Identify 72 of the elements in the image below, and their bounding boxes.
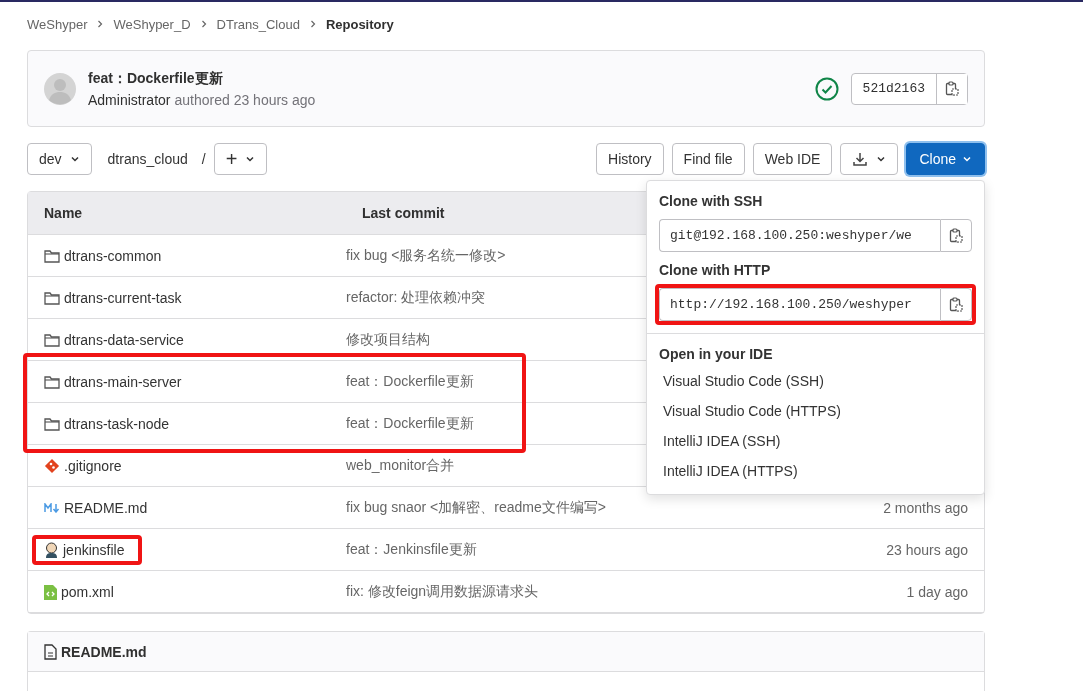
file-link[interactable]: dtrans-current-task bbox=[44, 289, 182, 306]
commit-link[interactable]: refactor: 处理依赖冲突 bbox=[346, 289, 486, 305]
column-header: Last commit bbox=[361, 205, 446, 221]
section-title: Clone with HTTP bbox=[658, 261, 772, 280]
breadcrumb-link[interactable]: Repository bbox=[325, 16, 394, 32]
section-title: Clone with SSH bbox=[658, 192, 764, 211]
chevron-down-icon bbox=[962, 154, 972, 164]
menu-item[interactable]: IntelliJ IDEA (HTTPS) bbox=[647, 456, 984, 486]
chevron-down-icon bbox=[69, 154, 80, 164]
url-field[interactable]: git@192.168.100.250:weshyper/we bbox=[659, 219, 940, 252]
folder-icon bbox=[44, 248, 60, 263]
breadcrumb-link[interactable]: WeShyper bbox=[27, 16, 88, 32]
url-field[interactable]: http://192.168.100.250/weshyper bbox=[659, 288, 940, 321]
file-link[interactable]: dtrans-task-node bbox=[44, 415, 170, 432]
file-link[interactable]: pom.xml bbox=[44, 583, 114, 600]
markdown-icon bbox=[44, 502, 60, 513]
commit-link[interactable]: web_monitor合并 bbox=[346, 457, 455, 473]
menu-item[interactable]: IntelliJ IDEA (SSH) bbox=[647, 426, 984, 456]
add-dropdown[interactable]: + bbox=[213, 143, 268, 175]
commit-link[interactable]: fix: 修改feign调用数据源请求头 bbox=[346, 583, 539, 599]
copy-icon bbox=[949, 297, 963, 312]
section-title: Open in your IDE bbox=[658, 345, 774, 364]
download-dropdown[interactable] bbox=[840, 143, 899, 175]
butler-icon bbox=[44, 541, 59, 558]
chevron-down-icon bbox=[876, 154, 887, 164]
toolbar-button[interactable]: Web IDE bbox=[752, 143, 833, 175]
xml-file-icon bbox=[44, 583, 57, 600]
commit-author[interactable]: Administrator bbox=[88, 91, 171, 108]
file-link[interactable]: README.md bbox=[44, 499, 148, 516]
copy-icon bbox=[949, 228, 963, 243]
commit-time: 2 months ago bbox=[882, 499, 969, 516]
folder-icon bbox=[44, 332, 60, 347]
file-link[interactable]: jenkinsfile bbox=[44, 541, 125, 558]
commit-title[interactable]: feat：Dockerfile更新 bbox=[88, 69, 316, 88]
menu-item[interactable]: Visual Studio Code (SSH) bbox=[647, 366, 984, 396]
avatar-icon bbox=[44, 72, 76, 105]
commit-link[interactable]: fix bug snaor <加解密、readme文件编写> bbox=[346, 499, 606, 515]
copy-button[interactable] bbox=[940, 219, 972, 252]
file-link[interactable]: .gitignore bbox=[44, 457, 122, 474]
toolbar-button[interactable]: History bbox=[596, 143, 664, 175]
chevron-down-icon bbox=[245, 154, 256, 164]
folder-icon bbox=[44, 290, 60, 305]
copy-icon bbox=[945, 81, 959, 96]
commit-link[interactable]: feat：Dockerfile更新 bbox=[346, 373, 474, 389]
folder-icon bbox=[44, 374, 60, 389]
commit-link[interactable]: 修改项目结构 bbox=[346, 331, 430, 347]
commit-time: authored 23 hours ago bbox=[174, 91, 316, 108]
commit-link[interactable]: feat：Jenkinsfile更新 bbox=[346, 541, 477, 557]
success-icon[interactable] bbox=[814, 76, 839, 101]
commit-time: 1 day ago bbox=[905, 583, 969, 600]
menu-item[interactable]: Visual Studio Code (HTTPS) bbox=[647, 396, 984, 426]
folder-icon bbox=[44, 416, 60, 431]
file-link[interactable]: dtrans-main-server bbox=[44, 373, 182, 390]
file-link[interactable]: dtrans-common bbox=[44, 247, 162, 264]
column-header: Name bbox=[43, 205, 84, 221]
branch-dropdown[interactable]: dev bbox=[27, 143, 92, 175]
toolbar-button[interactable]: Find file bbox=[671, 143, 745, 175]
commit-link[interactable]: fix bug <服务名统一修改> bbox=[346, 247, 506, 263]
document-icon bbox=[44, 643, 57, 660]
copy-button[interactable] bbox=[936, 73, 967, 104]
commit-link[interactable]: feat：Dockerfile更新 bbox=[346, 415, 474, 431]
breadcrumb-link[interactable]: DTrans_Cloud bbox=[216, 16, 300, 32]
breadcrumb-link[interactable]: WeShyper_D bbox=[113, 16, 191, 32]
commit-time: 23 hours ago bbox=[885, 541, 969, 558]
copy-button[interactable] bbox=[940, 288, 972, 321]
commit-sha[interactable]: 521d2163 bbox=[851, 73, 936, 104]
download-icon bbox=[852, 151, 869, 167]
repository-path[interactable]: dtrans_cloud bbox=[99, 151, 194, 167]
path-separator: / bbox=[201, 151, 206, 167]
file-link[interactable]: dtrans-data-service bbox=[44, 331, 184, 348]
readme-title: README.md bbox=[61, 643, 147, 660]
clone-button[interactable]: Clone bbox=[906, 143, 985, 175]
